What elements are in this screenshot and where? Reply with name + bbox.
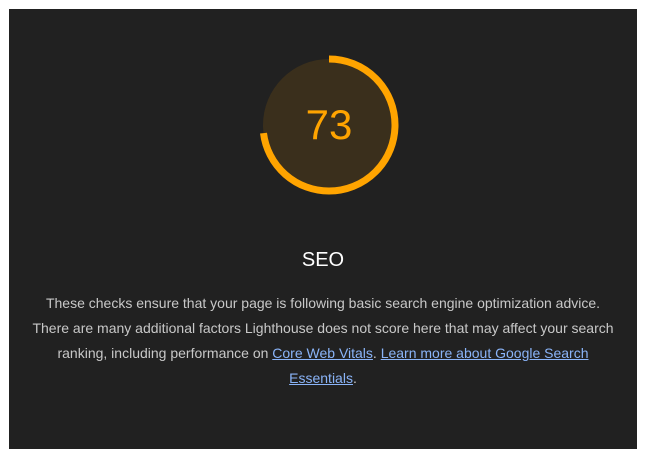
seo-category-panel: 73 SEO These checks ensure that your pag… bbox=[9, 9, 637, 449]
score-value: 73 bbox=[305, 101, 353, 148]
score-gauge: 73 bbox=[259, 55, 399, 195]
description-separator: . bbox=[372, 345, 381, 361]
category-title: SEO bbox=[301, 249, 345, 271]
description-trailing: . bbox=[352, 370, 357, 386]
core-web-vitals-link[interactable]: Core Web Vitals bbox=[272, 345, 373, 361]
category-description: These checks ensure that your page is fo… bbox=[29, 291, 617, 391]
